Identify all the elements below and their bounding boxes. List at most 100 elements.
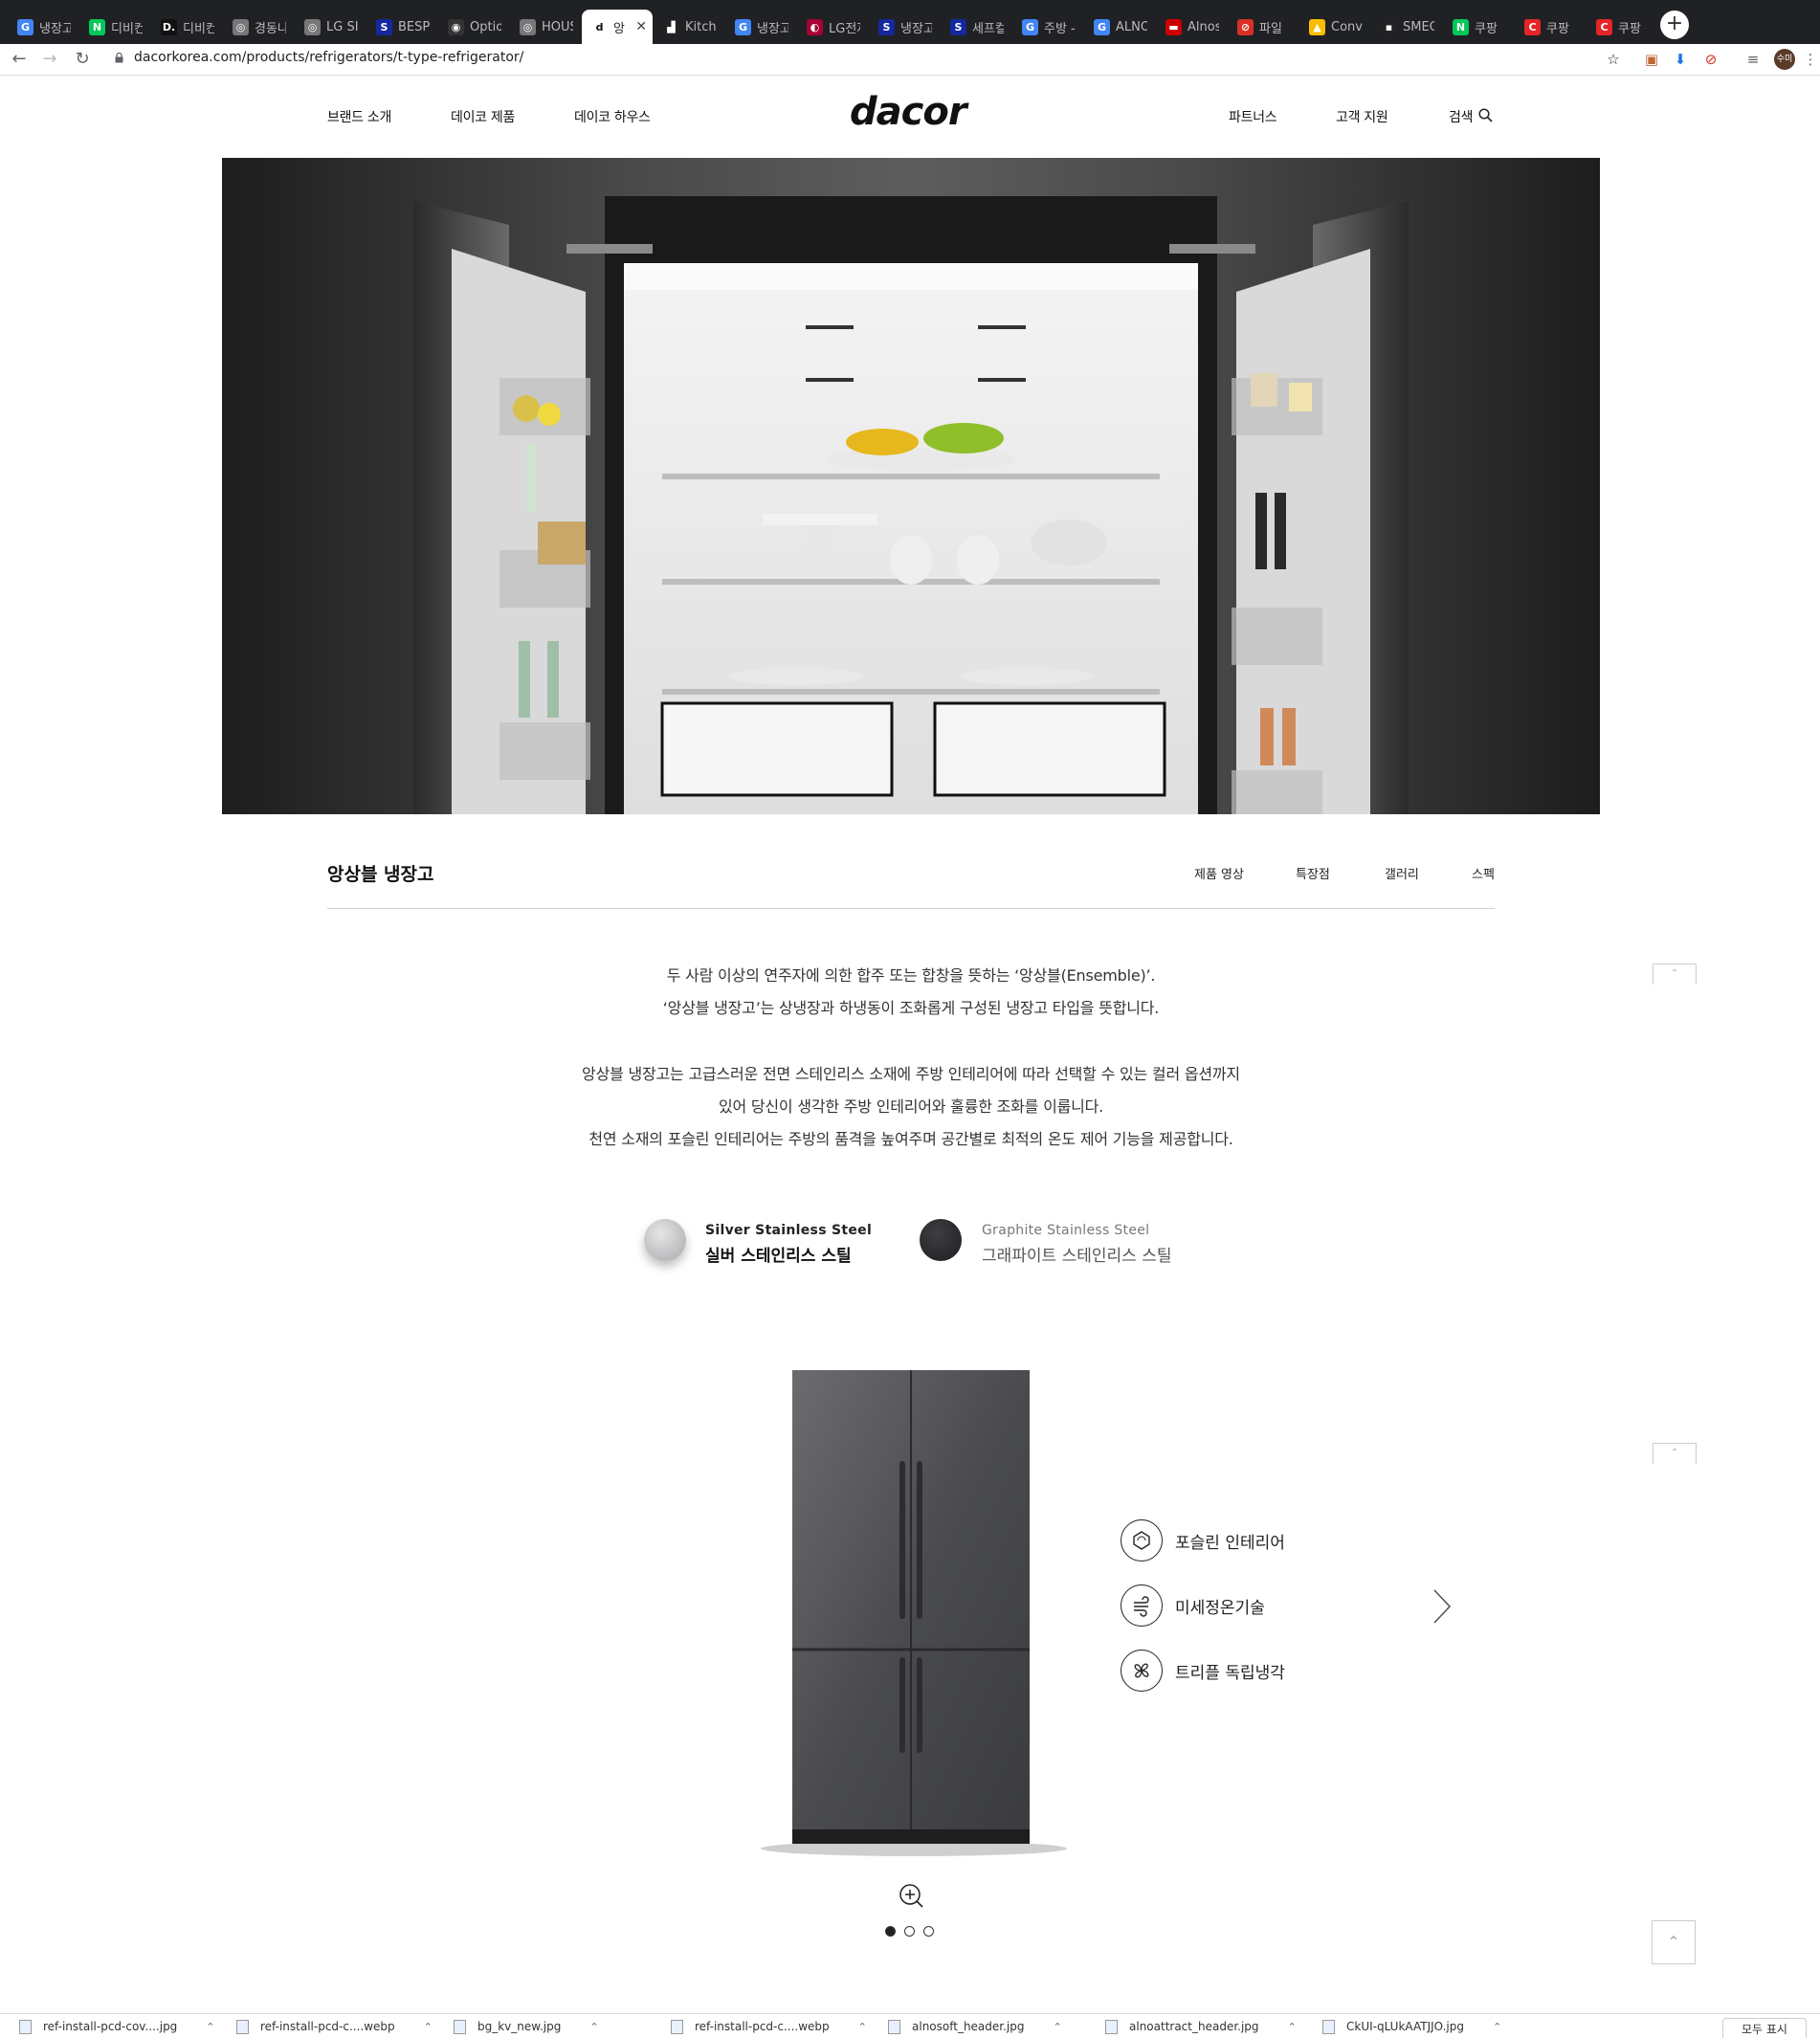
- tab-title: 주방 -: [1044, 21, 1076, 36]
- browser-tab[interactable]: ◎ LG SIG: [295, 10, 364, 44]
- download-item[interactable]: ref-install-pcd-cov....jpg ⌃: [19, 2014, 215, 2038]
- media-control-icon[interactable]: ≡: [1743, 50, 1763, 69]
- carousel-dot[interactable]: [923, 1926, 934, 1937]
- nav-brand-intro[interactable]: 브랜드 소개: [327, 107, 391, 126]
- nav-dacor-house[interactable]: 데이코 하우스: [574, 107, 651, 126]
- tab-title: 냉장고: [39, 21, 71, 36]
- feature-label: 포슬린 인테리어: [1175, 1533, 1285, 1553]
- kitchen-icon: ▟: [663, 18, 679, 35]
- fan-icon: [1121, 1650, 1163, 1692]
- feature-item[interactable]: 미세정온기술: [1121, 1584, 1265, 1627]
- download-item[interactable]: bg_kv_new.jpg ⌃: [454, 2014, 599, 2038]
- browser-tab[interactable]: N 디비컨: [79, 10, 148, 44]
- nav-customer-support[interactable]: 고객 지원: [1336, 107, 1388, 126]
- browser-tab[interactable]: S 세프컬: [941, 10, 1010, 44]
- browser-menu-icon[interactable]: ⋮: [1801, 50, 1820, 69]
- carousel-dot[interactable]: [904, 1926, 915, 1937]
- close-icon[interactable]: ✕: [635, 19, 647, 34]
- search-icon[interactable]: [1478, 108, 1493, 122]
- forward-icon[interactable]: →: [38, 48, 61, 71]
- naver-icon: N: [1453, 18, 1469, 35]
- browser-toolbar: ← → ↻ dacorkorea.com/products/refrigerat…: [0, 44, 1820, 76]
- browser-tab[interactable]: ◎ 경동나: [223, 10, 292, 44]
- browser-tab[interactable]: d 앙 ✕: [582, 10, 653, 44]
- lock-icon: [115, 53, 123, 63]
- chevron-up-icon[interactable]: ⌃: [1493, 2021, 1501, 2033]
- show-all-downloads-button[interactable]: 모두 표시: [1722, 2018, 1807, 2038]
- tab-title: BESPO: [398, 19, 430, 34]
- chevron-up-icon[interactable]: ⌃: [1288, 2021, 1297, 2033]
- download-item[interactable]: CkUI-qLUkAATJJO.jpg ⌃: [1322, 2014, 1501, 2038]
- nav-dacor-products[interactable]: 데이코 제품: [451, 107, 515, 126]
- browser-tab[interactable]: ◎ HOUS: [510, 10, 579, 44]
- porcelain-icon: [1121, 1519, 1163, 1562]
- address-bar[interactable]: dacorkorea.com/products/refrigerators/t-…: [134, 50, 523, 65]
- side-scroll-button[interactable]: ⌃: [1653, 1443, 1697, 1464]
- browser-tab[interactable]: C 쿠팡: [1515, 10, 1584, 44]
- dbkorea-icon: D.: [161, 18, 177, 35]
- browser-tab[interactable]: G 냉장고: [725, 10, 794, 44]
- samsung-icon: S: [376, 18, 392, 35]
- feature-item[interactable]: 포슬린 인테리어: [1121, 1519, 1285, 1562]
- color-name-ko: 실버 스테인리스 스틸: [705, 1247, 852, 1266]
- browser-tab[interactable]: ▟ Kitche: [654, 10, 722, 44]
- silver-swatch[interactable]: [644, 1219, 686, 1261]
- tab-product-video[interactable]: 제품 영상: [1194, 864, 1244, 882]
- browser-tab[interactable]: C 쿠팡: [1587, 10, 1655, 44]
- browser-tab[interactable]: G 주방 -: [1012, 10, 1081, 44]
- tab-gallery[interactable]: 갤러리: [1385, 864, 1419, 882]
- graphite-swatch[interactable]: [920, 1219, 962, 1261]
- back-icon[interactable]: ←: [8, 48, 31, 71]
- browser-tab[interactable]: N 쿠팡: [1443, 10, 1512, 44]
- browser-tab[interactable]: S 냉장고: [869, 10, 938, 44]
- globe-icon: ◎: [520, 18, 536, 35]
- airflow-icon: [1121, 1584, 1163, 1627]
- extension-icon[interactable]: ▣: [1642, 50, 1661, 69]
- chevron-up-icon[interactable]: ⌃: [589, 2021, 598, 2033]
- drive-icon: ▲: [1309, 18, 1325, 35]
- bookmark-star-icon[interactable]: ☆: [1604, 50, 1623, 69]
- scroll-top-button[interactable]: ⌃: [1652, 1920, 1696, 1964]
- chevron-up-icon[interactable]: ⌃: [206, 2021, 214, 2033]
- chevron-up-icon[interactable]: ⌃: [1054, 2021, 1062, 2033]
- tab-specs[interactable]: 스펙: [1472, 864, 1495, 882]
- browser-tab[interactable]: ◐ LG전자: [797, 10, 866, 44]
- browser-tab[interactable]: ▬ Alnosi: [1156, 10, 1225, 44]
- nav-search[interactable]: 검색: [1449, 107, 1473, 126]
- download-item[interactable]: alnoattract_header.jpg ⌃: [1105, 2014, 1297, 2038]
- browser-tab[interactable]: G 냉장고: [8, 10, 77, 44]
- reload-icon[interactable]: ↻: [71, 48, 94, 71]
- browser-tab[interactable]: ◉ Option: [438, 10, 507, 44]
- feature-item[interactable]: 트리플 독립냉각: [1121, 1650, 1285, 1692]
- download-item[interactable]: ref-install-pcd-c....webp ⌃: [671, 2014, 867, 2038]
- download-item[interactable]: ref-install-pcd-c....webp ⌃: [236, 2014, 433, 2038]
- samsung-icon: S: [950, 18, 966, 35]
- adblock-icon[interactable]: ⊘: [1701, 50, 1720, 69]
- zoom-icon[interactable]: [899, 1883, 923, 1908]
- download-item[interactable]: alnosoft_header.jpg ⌃: [888, 2014, 1062, 2038]
- tab-title: 파일: [1259, 21, 1282, 36]
- alno-icon: ▬: [1165, 18, 1182, 35]
- tab-features[interactable]: 특장점: [1296, 864, 1330, 882]
- carousel-next-icon[interactable]: [1432, 1588, 1452, 1625]
- tab-title: 쿠팡: [1618, 21, 1641, 36]
- dacor-logo[interactable]: dacor: [850, 90, 967, 134]
- chevron-up-icon[interactable]: ⌃: [424, 2021, 433, 2033]
- file-icon: [1105, 2019, 1118, 2034]
- tab-title: Conve: [1331, 19, 1363, 34]
- github-icon: ◉: [448, 18, 464, 35]
- carousel-dot[interactable]: [885, 1926, 896, 1937]
- browser-tab[interactable]: ▪ SMEG: [1371, 10, 1440, 44]
- download-extension-icon[interactable]: ⬇: [1671, 50, 1690, 69]
- browser-tab[interactable]: ▲ Conve: [1299, 10, 1368, 44]
- browser-tab[interactable]: ⊘ 파일: [1228, 10, 1297, 44]
- nav-partners[interactable]: 파트너스: [1229, 107, 1277, 126]
- chevron-up-icon[interactable]: ⌃: [858, 2021, 867, 2033]
- profile-avatar[interactable]: 수미: [1774, 49, 1795, 70]
- browser-tab[interactable]: D. 디비컨: [151, 10, 220, 44]
- browser-tab[interactable]: S BESPO: [366, 10, 435, 44]
- browser-tab[interactable]: G ALNO: [1084, 10, 1153, 44]
- download-bar: ref-install-pcd-cov....jpg ⌃ ref-install-p…: [0, 2013, 1820, 2038]
- new-tab-icon[interactable]: +: [1660, 11, 1689, 39]
- side-scroll-button[interactable]: ⌃: [1653, 964, 1697, 985]
